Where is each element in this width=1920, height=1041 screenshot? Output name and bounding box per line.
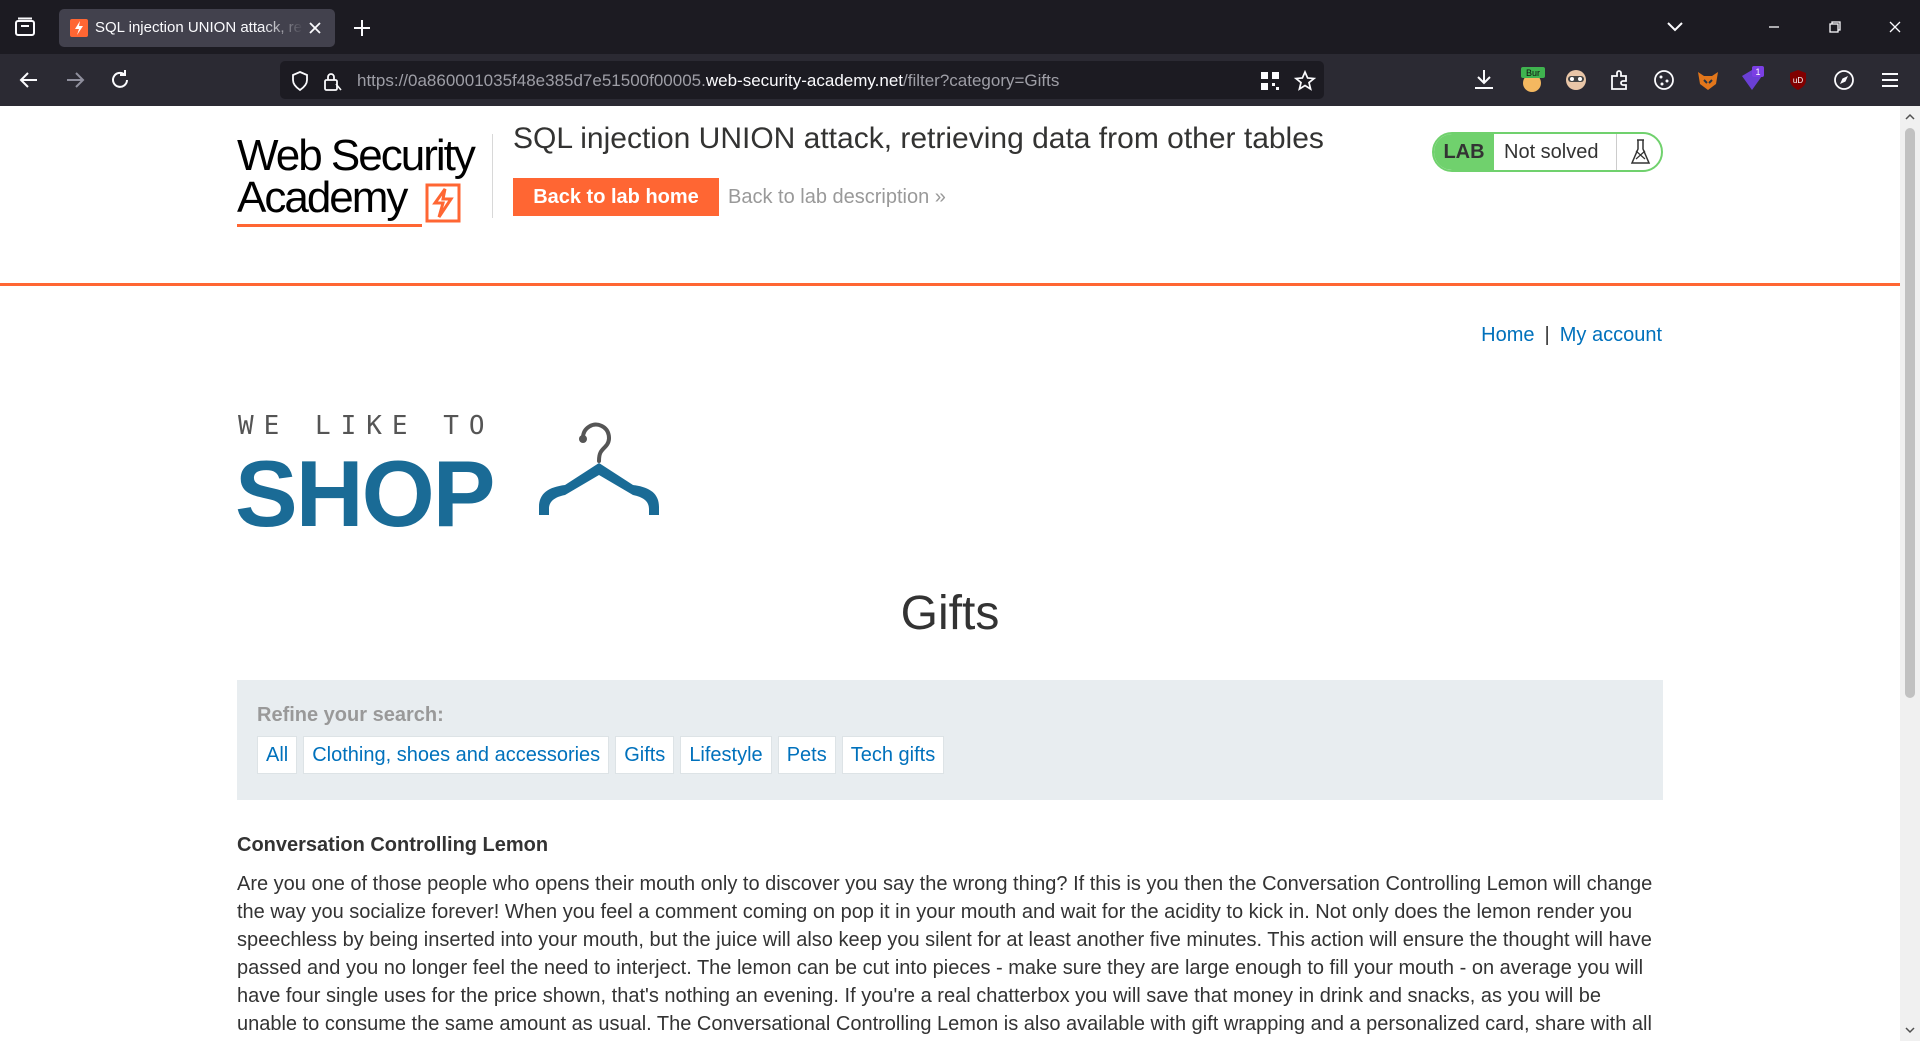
- url-text[interactable]: https://0a860001035f48e385d7e51500f00005…: [357, 71, 1059, 91]
- category-title: Gifts: [900, 587, 1000, 640]
- close-window-icon[interactable]: [1872, 8, 1918, 46]
- lightning-logo-icon: [425, 183, 461, 223]
- scrollbar-thumb[interactable]: [1905, 128, 1915, 698]
- browser-tab-bar: SQL injection UNION attack, retrieving d…: [0, 0, 1920, 54]
- academy-logo[interactable]: Web Security Academy: [237, 131, 489, 231]
- qr-code-icon[interactable]: [1258, 69, 1282, 93]
- logo-underline: [237, 224, 422, 227]
- scroll-down-icon[interactable]: [1904, 1023, 1916, 1035]
- shield-icon[interactable]: [288, 69, 312, 93]
- web-page: Web Security Academy SQL injection UNION…: [0, 106, 1900, 1041]
- reload-icon[interactable]: [103, 63, 137, 97]
- svg-text:1: 1: [1755, 67, 1760, 77]
- filter-gifts[interactable]: Gifts: [615, 736, 675, 774]
- browser-toolbar: https://0a860001035f48e385d7e51500f00005…: [0, 54, 1920, 106]
- my-account-link[interactable]: My account: [1560, 324, 1662, 346]
- product-name: Conversation Controlling Lemon: [237, 834, 549, 856]
- browser-tab[interactable]: SQL injection UNION attack, retrieving d…: [59, 9, 335, 47]
- download-icon[interactable]: [1470, 66, 1498, 94]
- product-description: Are you one of those people who opens th…: [237, 873, 1653, 1035]
- compass-icon[interactable]: [1830, 66, 1858, 94]
- lab-title: SQL injection UNION attack, retrieving d…: [513, 122, 1324, 155]
- filter-all[interactable]: All: [257, 736, 298, 774]
- lab-status-widget: LAB Not solved: [1432, 132, 1663, 172]
- svg-text:uD: uD: [1793, 76, 1803, 85]
- top-nav-links: Home | My account: [1481, 324, 1662, 347]
- category-filter-list: All Clothing, shoes and accessories Gift…: [257, 736, 945, 774]
- lightning-icon: [70, 19, 88, 37]
- menu-icon[interactable]: [1876, 66, 1904, 94]
- forward-arrow-icon[interactable]: [58, 63, 92, 97]
- header-divider: [492, 134, 493, 218]
- back-to-lab-home-button[interactable]: Back to lab home: [513, 178, 719, 216]
- academy-header: Web Security Academy SQL injection UNION…: [0, 106, 1900, 286]
- filter-clothing[interactable]: Clothing, shoes and accessories: [303, 736, 610, 774]
- filter-tech-gifts[interactable]: Tech gifts: [841, 736, 945, 774]
- close-icon[interactable]: [305, 18, 325, 38]
- badge-icon[interactable]: 1: [1738, 66, 1766, 94]
- plus-icon[interactable]: [346, 12, 378, 44]
- puzzle-icon[interactable]: [1606, 66, 1634, 94]
- lab-status-text: Not solved: [1504, 141, 1599, 163]
- cookie-icon[interactable]: [1650, 66, 1678, 94]
- address-bar[interactable]: https://0a860001035f48e385d7e51500f00005…: [280, 61, 1324, 99]
- hanger-icon: [539, 422, 659, 515]
- burp-icon[interactable]: Bur: [1518, 66, 1546, 94]
- ublock-icon[interactable]: uD: [1784, 66, 1812, 94]
- nav-separator: |: [1544, 324, 1550, 346]
- chevron-down-icon[interactable]: [1659, 12, 1691, 42]
- lock-icon[interactable]: [320, 69, 344, 93]
- tab-title: SQL injection UNION attack, retrieving d…: [95, 19, 303, 36]
- double-chevron-right-icon: »: [934, 186, 946, 208]
- back-to-lab-description-link[interactable]: Back to lab description »: [728, 186, 946, 209]
- bookmark-star-icon[interactable]: [1293, 69, 1317, 93]
- filter-lifestyle[interactable]: Lifestyle: [680, 736, 772, 774]
- lab-badge: LAB: [1434, 134, 1494, 170]
- scroll-up-icon[interactable]: [1904, 110, 1916, 122]
- filter-pets[interactable]: Pets: [777, 736, 836, 774]
- filter-panel: Refine your search: All Clothing, shoes …: [237, 680, 1663, 800]
- mask-icon[interactable]: [1562, 66, 1590, 94]
- flask-icon: [1616, 134, 1661, 170]
- shop-name: SHOP: [235, 441, 495, 546]
- shop-logo: WE LIKE TO SHOP: [235, 411, 677, 546]
- logo-text-line2: Academy: [237, 173, 408, 222]
- restore-icon[interactable]: [1812, 8, 1858, 46]
- tab-list-icon[interactable]: [8, 10, 42, 44]
- filter-label: Refine your search:: [257, 704, 444, 726]
- fox-icon[interactable]: [1694, 66, 1722, 94]
- svg-text:Bur: Bur: [1526, 68, 1540, 78]
- back-arrow-icon[interactable]: [12, 63, 46, 97]
- minimize-icon[interactable]: [1751, 8, 1797, 46]
- vertical-scrollbar[interactable]: [1900, 106, 1920, 1041]
- shop-tagline: WE LIKE TO: [238, 411, 495, 441]
- home-link[interactable]: Home: [1481, 324, 1534, 346]
